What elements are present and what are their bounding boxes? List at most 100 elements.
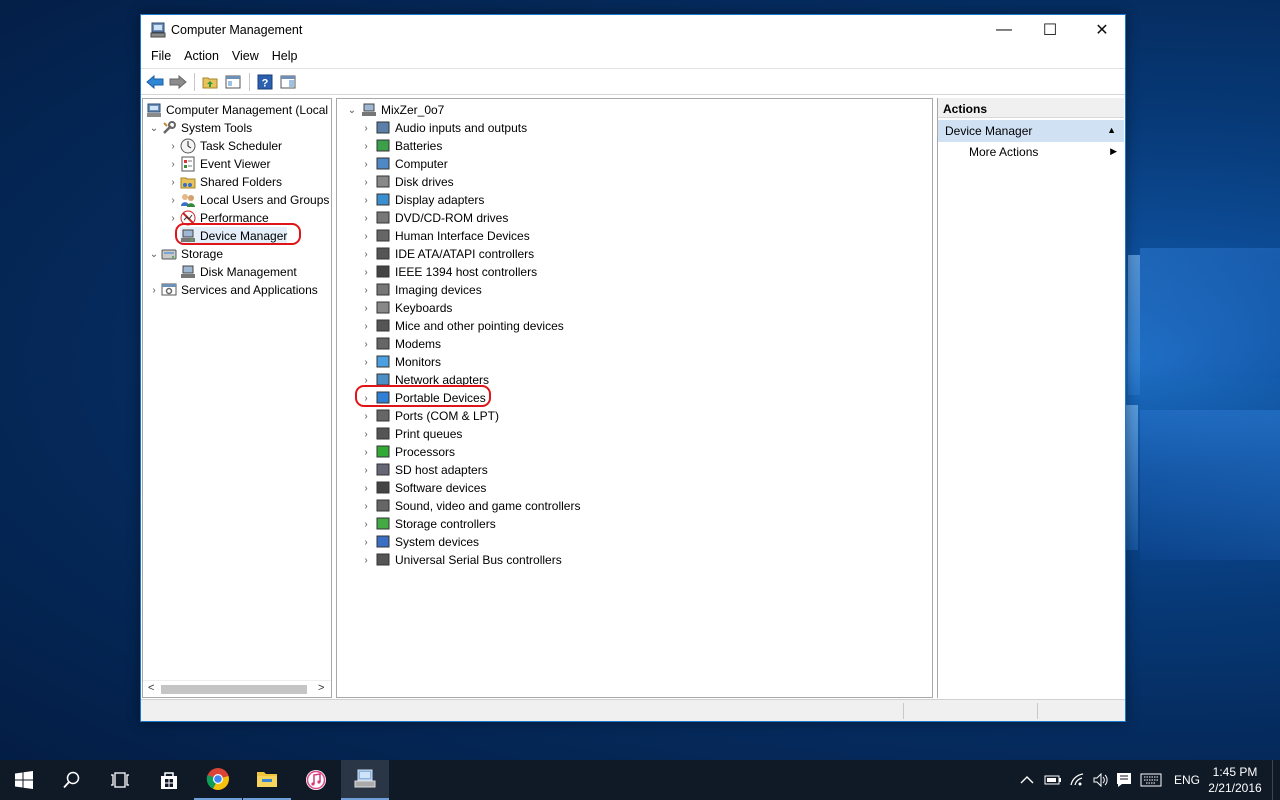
horizontal-scrollbar[interactable]: < >: [143, 680, 331, 697]
show-desktop-button[interactable]: [1272, 760, 1273, 800]
help-button[interactable]: ?: [254, 71, 276, 93]
network-tray[interactable]: [1070, 760, 1086, 800]
device-category-ieee-1394-host-controllers[interactable]: › IEEE 1394 host controllers: [357, 263, 537, 281]
device-category-audio-inputs-and-outputs[interactable]: › Audio inputs and outputs: [357, 119, 527, 137]
tree-node-shared-folders[interactable]: › Shared Folders: [166, 173, 282, 191]
scroll-left-arrow-icon[interactable]: <: [148, 682, 154, 694]
computer-management-taskbar-button[interactable]: [341, 760, 389, 800]
tree-node-services-and-applications[interactable]: › Services and Applications: [147, 281, 317, 299]
device-category-ports-com-lpt[interactable]: › Ports (COM & LPT): [357, 407, 499, 425]
chevron-right-icon[interactable]: ›: [357, 213, 375, 224]
chevron-right-icon[interactable]: ›: [166, 213, 180, 224]
more-actions-item[interactable]: More Actions ▶: [938, 142, 1124, 162]
device-category-ide-ata-atapi-controllers[interactable]: › IDE ATA/ATAPI controllers: [357, 245, 534, 263]
menu-view[interactable]: View: [226, 46, 265, 67]
device-category-dvd-cd-rom-drives[interactable]: › DVD/CD-ROM drives: [357, 209, 508, 227]
device-category-sd-host-adapters[interactable]: › SD host adapters: [357, 461, 487, 479]
up-one-level-button[interactable]: [199, 71, 221, 93]
search-button[interactable]: [48, 760, 96, 800]
show-hide-console-tree-button[interactable]: [222, 71, 244, 93]
store-button[interactable]: [145, 760, 193, 800]
volume-tray[interactable]: [1093, 760, 1109, 800]
show-hidden-icons-button[interactable]: [1020, 760, 1034, 800]
device-category-batteries[interactable]: › Batteries: [357, 137, 442, 155]
chrome-button[interactable]: [194, 760, 242, 800]
device-category-storage-controllers[interactable]: › Storage controllers: [357, 515, 495, 533]
device-category-universal-serial-bus-controllers[interactable]: › Universal Serial Bus controllers: [357, 551, 561, 569]
taskbar-clock[interactable]: 1:45 PM 2/21/2016: [1206, 764, 1264, 796]
chevron-right-icon[interactable]: ›: [166, 177, 180, 188]
chevron-right-icon[interactable]: ›: [357, 267, 375, 278]
chevron-right-icon[interactable]: ›: [357, 357, 375, 368]
collapse-up-icon[interactable]: ▲: [1107, 125, 1116, 135]
title-bar[interactable]: Computer Management — ☐ ✕: [141, 15, 1125, 46]
device-tree-root[interactable]: ⌄ MixZer_0o7: [343, 101, 445, 119]
chevron-right-icon[interactable]: ›: [357, 159, 375, 170]
chevron-right-icon[interactable]: ›: [357, 285, 375, 296]
chevron-right-icon[interactable]: ›: [357, 555, 375, 566]
forward-button[interactable]: [167, 71, 189, 93]
tree-node-computer-management-root[interactable]: Computer Management (Local: [146, 101, 328, 119]
tree-node-local-users-and-groups[interactable]: › Local Users and Groups: [166, 191, 329, 209]
itunes-button[interactable]: [292, 760, 340, 800]
device-category-print-queues[interactable]: › Print queues: [357, 425, 462, 443]
actions-section-device-manager[interactable]: Device Manager ▲: [938, 120, 1124, 142]
tree-node-storage[interactable]: ⌄ Storage: [147, 245, 223, 263]
tree-node-task-scheduler[interactable]: › Task Scheduler: [166, 137, 282, 155]
menu-help[interactable]: Help: [266, 46, 304, 67]
tree-node-disk-management[interactable]: Disk Management: [180, 263, 297, 281]
start-button[interactable]: [0, 760, 48, 800]
device-category-disk-drives[interactable]: › Disk drives: [357, 173, 453, 191]
show-hide-action-pane-button[interactable]: [277, 71, 299, 93]
chevron-right-icon[interactable]: ›: [166, 195, 180, 206]
device-category-software-devices[interactable]: › Software devices: [357, 479, 486, 497]
device-category-human-interface-devices[interactable]: › Human Interface Devices: [357, 227, 529, 245]
chevron-right-icon[interactable]: ›: [357, 321, 375, 332]
device-category-sound-video-and-game-controllers[interactable]: › Sound, video and game controllers: [357, 497, 580, 515]
chevron-right-icon[interactable]: ›: [166, 141, 180, 152]
chevron-right-icon[interactable]: ›: [357, 231, 375, 242]
back-button[interactable]: [144, 71, 166, 93]
chevron-down-icon[interactable]: ⌄: [147, 249, 161, 260]
chevron-right-icon[interactable]: ›: [357, 411, 375, 422]
chevron-down-icon[interactable]: ⌄: [343, 105, 361, 116]
chevron-right-icon[interactable]: ›: [357, 123, 375, 134]
device-category-imaging-devices[interactable]: › Imaging devices: [357, 281, 481, 299]
chevron-right-icon[interactable]: ›: [357, 537, 375, 548]
device-category-display-adapters[interactable]: › Display adapters: [357, 191, 484, 209]
chevron-down-icon[interactable]: ⌄: [147, 123, 161, 134]
chevron-right-icon[interactable]: ›: [357, 519, 375, 530]
scroll-right-arrow-icon[interactable]: >: [318, 682, 324, 694]
chevron-right-icon[interactable]: ›: [357, 429, 375, 440]
close-button[interactable]: ✕: [1079, 15, 1125, 45]
tree-node-event-viewer[interactable]: › Event Viewer: [166, 155, 270, 173]
device-category-modems[interactable]: › Modems: [357, 335, 441, 353]
file-explorer-button[interactable]: [243, 760, 291, 800]
chevron-right-icon[interactable]: ›: [357, 249, 375, 260]
action-center-button[interactable]: [1116, 760, 1132, 800]
minimize-button[interactable]: —: [981, 15, 1027, 45]
chevron-right-icon[interactable]: ›: [357, 177, 375, 188]
touch-keyboard-button[interactable]: [1140, 760, 1162, 800]
device-category-processors[interactable]: › Processors: [357, 443, 455, 461]
device-category-keyboards[interactable]: › Keyboards: [357, 299, 452, 317]
menu-action[interactable]: Action: [178, 46, 225, 67]
chevron-right-icon[interactable]: ›: [357, 501, 375, 512]
tree-node-system-tools[interactable]: ⌄ System Tools: [147, 119, 252, 137]
maximize-button[interactable]: ☐: [1027, 15, 1073, 45]
battery-tray[interactable]: [1044, 760, 1062, 800]
chevron-right-icon[interactable]: ›: [357, 447, 375, 458]
device-category-monitors[interactable]: › Monitors: [357, 353, 441, 371]
menu-file[interactable]: File: [145, 46, 177, 67]
chevron-right-icon[interactable]: ›: [357, 483, 375, 494]
chevron-right-icon[interactable]: ›: [357, 195, 375, 206]
device-category-computer[interactable]: › Computer: [357, 155, 447, 173]
chevron-right-icon[interactable]: ›: [357, 339, 375, 350]
input-language-indicator[interactable]: ENG: [1174, 760, 1200, 800]
chevron-right-icon[interactable]: ›: [357, 375, 375, 386]
chevron-right-icon[interactable]: ›: [147, 285, 161, 296]
chevron-right-icon[interactable]: ›: [166, 159, 180, 170]
device-category-system-devices[interactable]: › System devices: [357, 533, 479, 551]
scrollbar-thumb[interactable]: [161, 685, 307, 694]
device-category-mice-and-other-pointing-devices[interactable]: › Mice and other pointing devices: [357, 317, 563, 335]
